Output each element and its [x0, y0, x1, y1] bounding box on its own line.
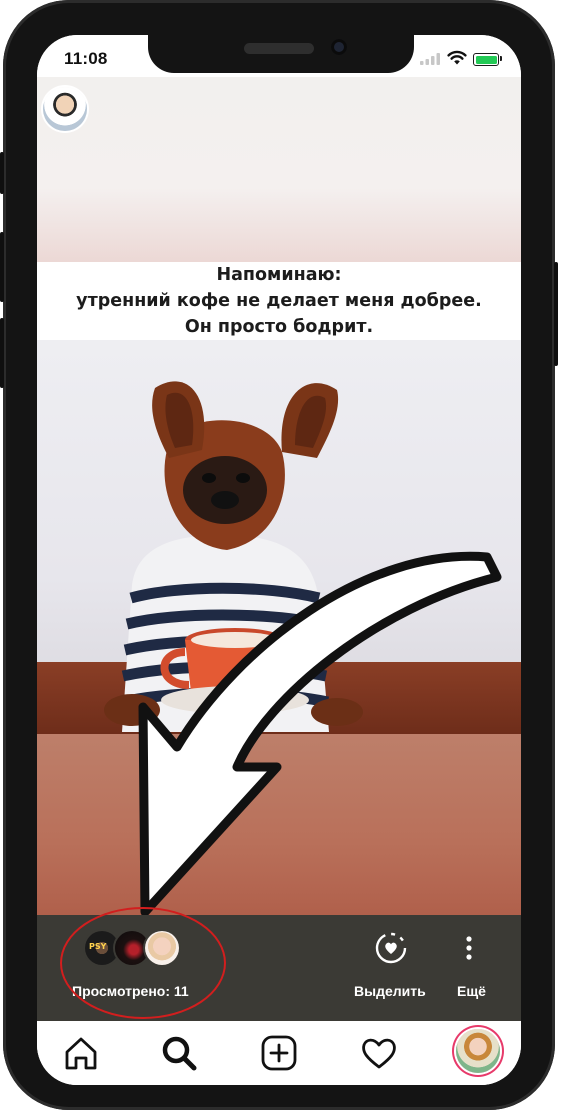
speaker [244, 43, 314, 54]
profile-avatar[interactable] [456, 1029, 500, 1073]
mute-switch [0, 152, 4, 194]
home-icon[interactable] [61, 1033, 101, 1073]
more-label[interactable]: Ещё [457, 983, 486, 999]
more-vertical-icon [466, 936, 472, 960]
annotation-arrow [138, 551, 502, 915]
annotation-circle [60, 907, 226, 1019]
notch [148, 35, 414, 73]
signal-icon [420, 53, 440, 65]
highlight-label[interactable]: Выделить [354, 983, 426, 999]
front-camera [331, 39, 347, 55]
power-button [554, 262, 558, 366]
add-post-icon[interactable] [259, 1033, 299, 1073]
battery-icon [473, 53, 499, 66]
more-button[interactable] [465, 935, 473, 966]
volume-down-button [0, 318, 4, 388]
search-icon[interactable] [159, 1033, 199, 1073]
bottom-nav [37, 1021, 521, 1085]
status-time: 11:08 [64, 49, 108, 68]
volume-up-button [0, 232, 4, 302]
wifi-icon [447, 50, 467, 65]
highlight-icon [375, 932, 407, 964]
story-content[interactable]: Напоминаю: утренний кофе не делает меня … [37, 77, 521, 915]
activity-heart-icon[interactable] [359, 1033, 399, 1073]
highlight-button[interactable] [354, 931, 428, 970]
